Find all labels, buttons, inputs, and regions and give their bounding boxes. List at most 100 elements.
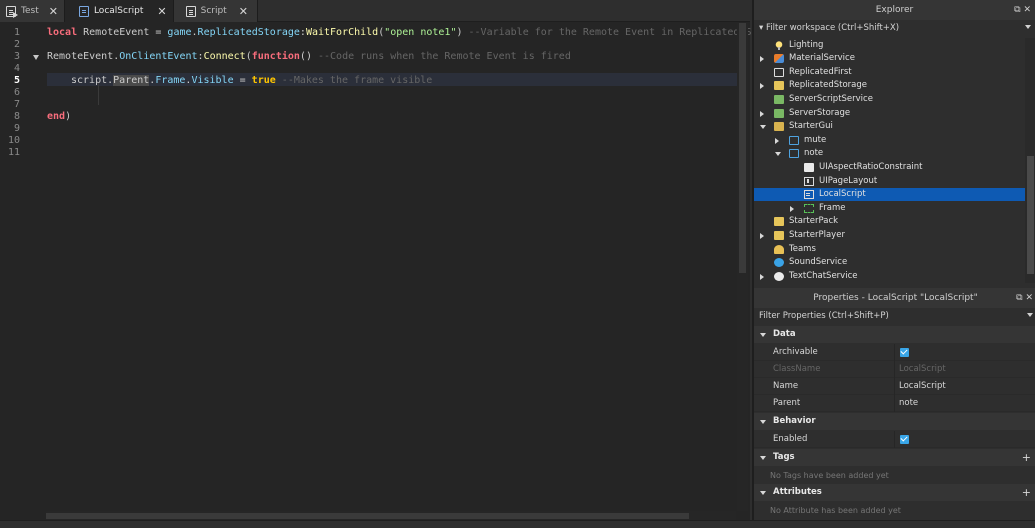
tree-item-starterplayer[interactable]: StarterPlayer [754,229,1025,242]
chevron-right-icon[interactable] [760,273,764,280]
lightbulb-icon [774,40,784,50]
tree-item-uipagelayout[interactable]: UIPageLayout [754,175,1025,188]
page-layout-icon [804,176,814,186]
starter-player-icon [774,230,784,240]
add-tag-button[interactable]: + [1022,449,1031,466]
explorer-scrollbar[interactable] [1025,38,1035,283]
chevron-down-icon[interactable] [1027,313,1033,317]
section-data[interactable]: Data [754,326,1035,343]
filter-placeholder: Filter Properties (Ctrl+Shift+P) [759,311,889,321]
tags-empty-message: No Tags have been added yet [770,471,889,480]
prop-name: ClassName [773,364,821,374]
enabled-checkbox[interactable] [900,435,909,444]
scrollbar-thumb[interactable] [46,513,689,519]
tree-item-replicatedstorage[interactable]: ReplicatedStorage [754,79,1025,92]
add-attribute-button[interactable]: + [1022,484,1031,501]
scrollbar-thumb[interactable] [739,23,746,273]
tree-item-textchatservice[interactable]: TextChatService [754,270,1025,283]
section-behavior[interactable]: Behavior [754,413,1035,430]
filter-icon[interactable]: ▾ [759,23,766,33]
tree-item-label: ServerStorage [789,107,851,118]
properties-title-bar: Properties - LocalScript "LocalScript" ⧉… [754,288,1035,308]
line-number: 9 [13,123,20,134]
panel-window-controls[interactable]: ⧉ ✕ [1014,0,1031,20]
chevron-down-icon[interactable] [760,420,766,424]
prop-classname: ClassName LocalScript [754,361,1035,378]
editor-horizontal-scrollbar[interactable] [46,511,736,520]
tree-item-localscript[interactable]: LocalScript [754,188,1025,202]
tree-item-frame[interactable]: Frame [754,202,1025,215]
line-number: 8 [13,111,20,122]
section-label: Behavior [773,416,816,426]
tree-item-teams[interactable]: Teams [754,243,1025,256]
archivable-checkbox[interactable] [900,348,909,357]
starter-pack-icon [774,217,784,227]
tree-item-label: StarterGui [789,121,833,132]
server-storage-icon [774,108,784,118]
chevron-down-icon[interactable] [760,491,766,495]
right-dock: Explorer ⧉ ✕ ▾ Filter workspace (Ctrl+Sh… [752,0,1035,528]
replicated-first-icon [774,67,784,77]
chevron-right-icon[interactable] [760,232,764,239]
properties-panel: Properties - LocalScript "LocalScript" ⧉… [754,288,1035,528]
chevron-right-icon[interactable] [760,83,764,90]
close-icon[interactable]: ✕ [157,5,166,18]
chevron-down-icon[interactable] [1025,25,1031,29]
prop-name: Archivable [773,347,818,357]
editor-vertical-scrollbar[interactable] [737,23,748,511]
explorer-filter-input[interactable]: ▾ Filter workspace (Ctrl+Shift+X) [754,20,1035,36]
name-value-field[interactable]: LocalScript [899,378,946,395]
line-number: 6 [13,87,20,98]
teams-icon [774,244,784,254]
code-area[interactable]: 1 2 3 4 5 6 7 8 9 10 11 local RemoteEven… [0,23,751,511]
prop-name-row: Name LocalScript [754,378,1035,395]
scrollbar-thumb[interactable] [1027,156,1034,274]
tree-item-serverstorage[interactable]: ServerStorage [754,107,1025,120]
fold-chevron-icon[interactable] [33,55,39,60]
tree-item-label: MaterialService [789,53,855,64]
tree-item-materialservice[interactable]: MaterialService [754,52,1025,65]
tab-localscript[interactable]: LocalScript ✕ [64,0,174,22]
chevron-right-icon[interactable] [790,205,794,212]
section-attributes[interactable]: Attributes + [754,484,1035,501]
tree-item-serverscriptservice[interactable]: ServerScriptService [754,93,1025,106]
line-number: 1 [13,27,20,38]
tab-script[interactable]: Script ✕ [173,0,258,22]
tree-item-starterpack[interactable]: StarterPack [754,215,1025,228]
tree-item-soundservice[interactable]: SoundService [754,256,1025,269]
tree-item-label: ReplicatedFirst [789,66,852,77]
server-script-service-icon [774,94,784,104]
close-icon[interactable]: ✕ [49,5,58,18]
tree-item-label: LocalScript [819,189,866,200]
chevron-down-icon[interactable] [760,125,766,130]
prop-enabled: Enabled [754,431,1035,448]
chevron-right-icon[interactable] [775,137,779,144]
chevron-right-icon[interactable] [760,110,764,117]
explorer-tree[interactable]: Lighting MaterialService ReplicatedFirst Re… [754,38,1025,283]
script-doc-icon [6,5,18,18]
tab-test[interactable]: Test ✕ [0,0,65,22]
panel-window-controls[interactable]: ⧉ ✕ [1016,288,1033,308]
status-strip [0,520,1035,528]
section-tags[interactable]: Tags + [754,449,1035,466]
tree-item-note[interactable]: note [754,147,1025,160]
properties-filter-input[interactable]: Filter Properties (Ctrl+Shift+P) [754,308,1035,324]
code-text[interactable]: local RemoteEvent = game.ReplicatedStora… [47,23,751,511]
tree-item-startergui[interactable]: StarterGui [754,120,1025,133]
text-chat-service-icon [774,271,784,281]
parent-value-field[interactable]: note [899,395,918,412]
close-icon[interactable]: ✕ [239,5,248,18]
chevron-right-icon[interactable] [760,56,764,63]
tree-item-lighting[interactable]: Lighting [754,39,1025,52]
prop-value: LocalScript [899,364,946,374]
tree-item-mute[interactable]: mute [754,134,1025,147]
tree-item-replicatedfirst[interactable]: ReplicatedFirst [754,66,1025,79]
chevron-down-icon[interactable] [775,152,781,157]
chevron-down-icon[interactable] [760,333,766,337]
section-label: Attributes [773,487,822,497]
code-line-8: end) [47,111,72,122]
tree-item-uiaspectratioconstraint[interactable]: UIAspectRatioConstraint [754,161,1025,174]
line-number: 2 [13,39,20,50]
chevron-down-icon[interactable] [760,456,766,460]
editor-tab-bar: Test ✕ LocalScript ✕ Script ✕ [0,0,750,22]
